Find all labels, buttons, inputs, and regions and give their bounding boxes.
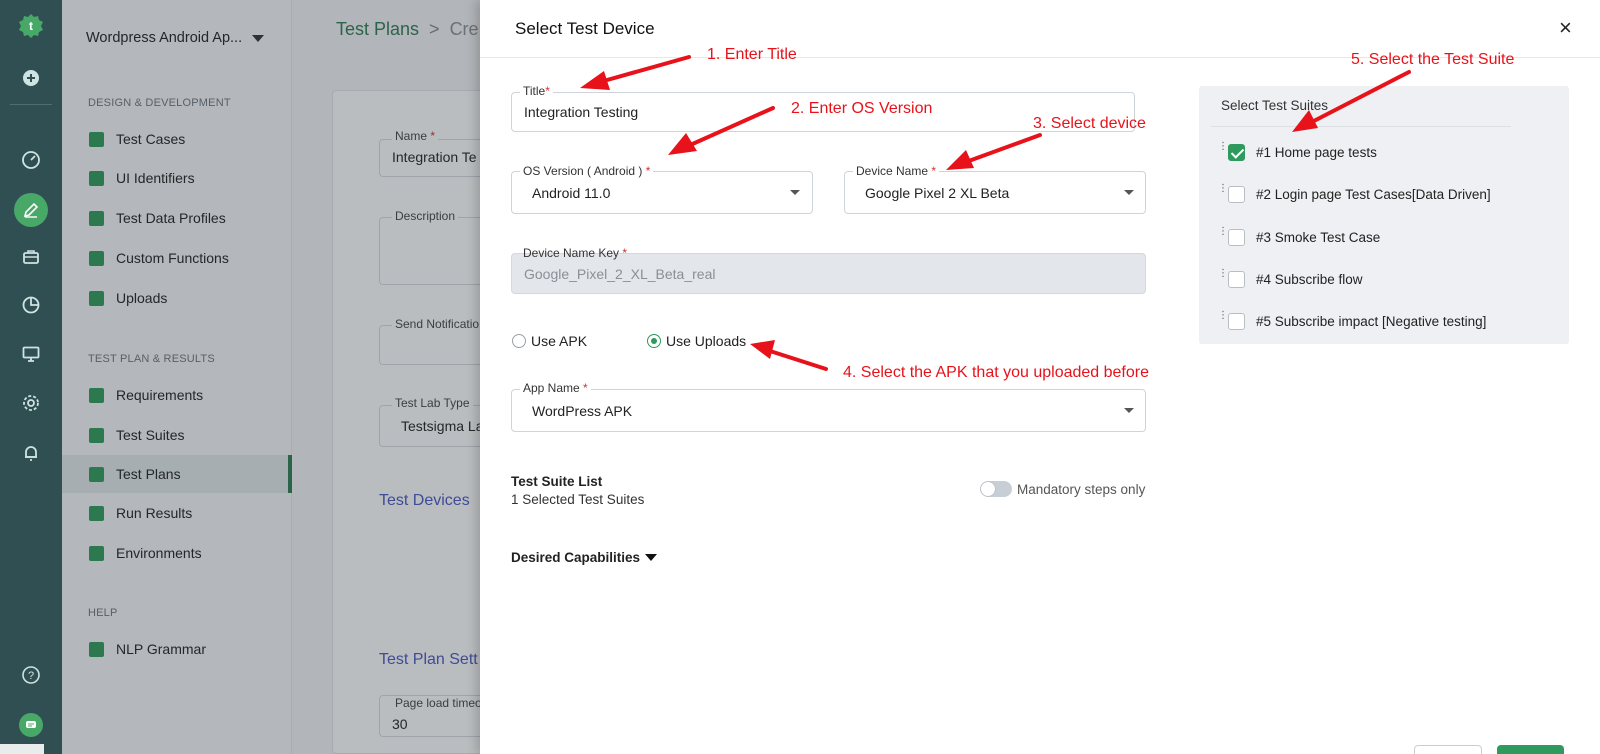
chevron-down-icon <box>1124 408 1134 413</box>
save-button[interactable] <box>1497 745 1564 754</box>
title-label: Title* <box>520 84 553 98</box>
svg-text:?: ? <box>28 670 34 682</box>
annotation-step-2: 2. Enter OS Version <box>791 100 933 117</box>
annotation-step-4: 4. Select the APK that you uploaded befo… <box>843 364 1149 381</box>
test-suite-list-count: 1 Selected Test Suites <box>511 492 645 507</box>
panel-divider <box>1211 126 1511 127</box>
test-suite-list-title: Test Suite List <box>511 474 603 489</box>
modal-header: Select Test Device × <box>480 0 1600 58</box>
suite-label: #1 Home page tests <box>1256 145 1377 160</box>
list-item[interactable]: ⋮ #1 Home page tests <box>1199 141 1569 165</box>
suite-checkbox[interactable] <box>1228 229 1245 246</box>
pie-chart-icon[interactable] <box>19 293 43 317</box>
list-item[interactable]: ⋮ #2 Login page Test Cases[Data Driven] <box>1199 183 1569 207</box>
list-item[interactable]: ⋮ #3 Smoke Test Case <box>1199 226 1569 250</box>
suite-checkbox[interactable] <box>1228 186 1245 203</box>
desired-capabilities-label: Desired Capabilities <box>511 550 641 565</box>
annotation-step-1: 1. Enter Title <box>707 46 797 63</box>
suite-label: #4 Subscribe flow <box>1256 272 1363 287</box>
suite-label: #3 Smoke Test Case <box>1256 230 1381 245</box>
dashboard-icon[interactable] <box>19 148 43 172</box>
use-uploads-label: Use Uploads <box>666 333 747 349</box>
desired-capabilities-toggle[interactable]: Desired Capabilities <box>511 550 658 565</box>
drag-handle-icon[interactable]: ⋮ <box>1218 184 1228 194</box>
suite-label: #2 Login page Test Cases[Data Driven] <box>1256 187 1491 202</box>
rail-footer <box>0 744 44 754</box>
edit-icon[interactable] <box>14 193 48 227</box>
suite-checkbox[interactable] <box>1228 271 1245 288</box>
list-item[interactable]: ⋮ #4 Subscribe flow <box>1199 268 1569 292</box>
help-icon[interactable]: ? <box>19 663 43 687</box>
caret-down-icon <box>645 554 658 561</box>
add-icon[interactable] <box>19 66 43 90</box>
drag-handle-icon[interactable]: ⋮ <box>1218 269 1228 279</box>
title-value: Integration Testing <box>524 104 639 120</box>
suite-checkbox[interactable] <box>1228 144 1245 161</box>
device-name-key-label: Device Name Key * <box>523 246 628 260</box>
use-apk-radio[interactable] <box>512 334 526 348</box>
device-name-label: Device Name * <box>853 164 940 178</box>
app-name-value: WordPress APK <box>532 403 633 419</box>
modal-title: Select Test Device <box>515 19 655 38</box>
drag-handle-icon[interactable]: ⋮ <box>1218 227 1228 237</box>
chevron-down-icon <box>1124 190 1134 195</box>
icon-rail: t ? <box>0 0 62 754</box>
list-item[interactable]: ⋮ #5 Subscribe impact [Negative testing] <box>1199 310 1569 334</box>
modal-backdrop[interactable] <box>62 0 480 754</box>
bell-icon[interactable] <box>19 441 43 465</box>
os-version-label: OS Version ( Android ) * <box>520 164 654 178</box>
use-apk-label: Use APK <box>531 333 588 349</box>
mandatory-steps-label: Mandatory steps only <box>1017 482 1146 497</box>
briefcase-icon[interactable] <box>19 245 43 269</box>
cancel-button[interactable] <box>1414 745 1482 754</box>
use-uploads-radio[interactable] <box>647 334 661 348</box>
mandatory-steps-toggle[interactable] <box>980 481 1012 497</box>
os-version-value: Android 11.0 <box>532 185 611 201</box>
chevron-down-icon <box>790 190 800 195</box>
chat-icon[interactable] <box>19 713 43 737</box>
suite-checkbox[interactable] <box>1228 313 1245 330</box>
select-test-suites-title: Select Test Suites <box>1221 98 1329 113</box>
rail-divider <box>10 104 52 105</box>
svg-text:t: t <box>29 19 33 33</box>
close-icon[interactable]: × <box>1559 17 1572 39</box>
settings-icon[interactable] <box>19 391 43 415</box>
select-test-suites-panel: Select Test Suites ⋮ #1 Home page tests … <box>1199 86 1569 344</box>
drag-handle-icon[interactable]: ⋮ <box>1218 142 1228 152</box>
monitor-icon[interactable] <box>19 342 43 366</box>
device-name-value: Google Pixel 2 XL Beta <box>865 185 1010 201</box>
drag-handle-icon[interactable]: ⋮ <box>1218 311 1228 321</box>
suite-label: #5 Subscribe impact [Negative testing] <box>1256 314 1487 329</box>
annotation-step-3: 3. Select device <box>1033 115 1146 132</box>
annotation-step-5: 5. Select the Test Suite <box>1351 51 1515 68</box>
device-name-key-value: Google_Pixel_2_XL_Beta_real <box>524 266 716 282</box>
app-name-label: App Name * <box>520 381 591 395</box>
testsigma-logo-icon[interactable]: t <box>18 13 44 39</box>
